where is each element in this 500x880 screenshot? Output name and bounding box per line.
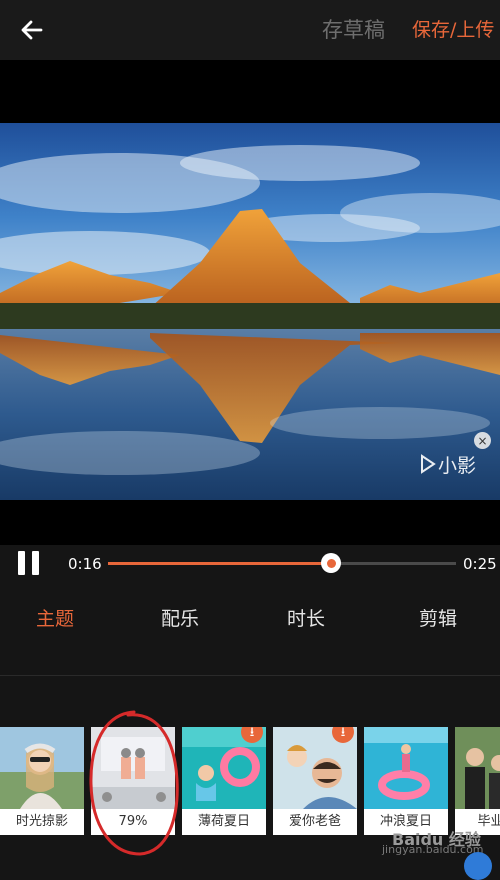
theme-card-downloading[interactable]: 79%	[91, 727, 175, 835]
watermark-logo: 小影	[420, 450, 476, 478]
save-upload-button[interactable]: 保存/上传	[412, 15, 494, 42]
theme-card[interactable]: ⭳ 薄荷夏日	[182, 727, 266, 835]
theme-thumbnail	[91, 727, 175, 809]
video-frame	[0, 123, 500, 500]
editor-tabs: 主题 配乐 时长 剪辑	[0, 600, 500, 636]
progress-track[interactable]	[108, 553, 456, 573]
theme-thumbnail	[364, 727, 448, 809]
tab-duration[interactable]: 时长	[287, 604, 325, 631]
theme-label: 薄荷夏日	[182, 810, 266, 834]
watermark-close-button[interactable]: ×	[474, 432, 491, 449]
tab-edit[interactable]: 剪辑	[419, 604, 457, 631]
arrow-left-icon	[21, 20, 43, 40]
progress-fill	[108, 562, 331, 565]
top-bar: 存草稿 保存/上传	[0, 0, 500, 60]
back-button[interactable]	[14, 12, 50, 48]
floating-button[interactable]	[464, 852, 492, 880]
theme-card[interactable]: 毕业季	[455, 727, 500, 835]
progress-knob[interactable]	[321, 553, 341, 573]
pause-button[interactable]	[18, 551, 40, 575]
theme-card[interactable]: 冲浪夏日	[364, 727, 448, 835]
pause-bar-right	[32, 551, 39, 575]
tab-music[interactable]: 配乐	[161, 604, 199, 631]
watermark-text: 小影	[438, 454, 477, 477]
tab-theme[interactable]: 主题	[36, 604, 74, 631]
theme-thumbnail	[455, 727, 500, 809]
theme-card[interactable]: ⭳ 爱你老爸	[273, 727, 357, 835]
save-draft-button[interactable]: 存草稿	[322, 14, 385, 44]
knob-dot	[326, 558, 336, 568]
theme-thumbnail	[0, 727, 84, 809]
play-outline-icon	[421, 454, 436, 474]
pause-bar-left	[18, 551, 25, 575]
total-time: 0:25	[463, 555, 497, 573]
current-time: 0:16	[68, 555, 102, 573]
theme-label: 时光掠影	[0, 810, 84, 834]
divider	[0, 675, 500, 676]
player-controls: 0:16 0:25	[0, 545, 500, 585]
theme-card[interactable]: 时光掠影	[0, 727, 84, 835]
video-preview[interactable]: × 小影	[0, 60, 500, 545]
download-progress-label: 79%	[91, 810, 175, 834]
theme-list[interactable]: 时光掠影 79% ⭳ 薄荷夏日 ⭳ 爱你老爸 冲浪夏日 毕业	[0, 727, 500, 839]
theme-label: 爱你老爸	[273, 810, 357, 834]
